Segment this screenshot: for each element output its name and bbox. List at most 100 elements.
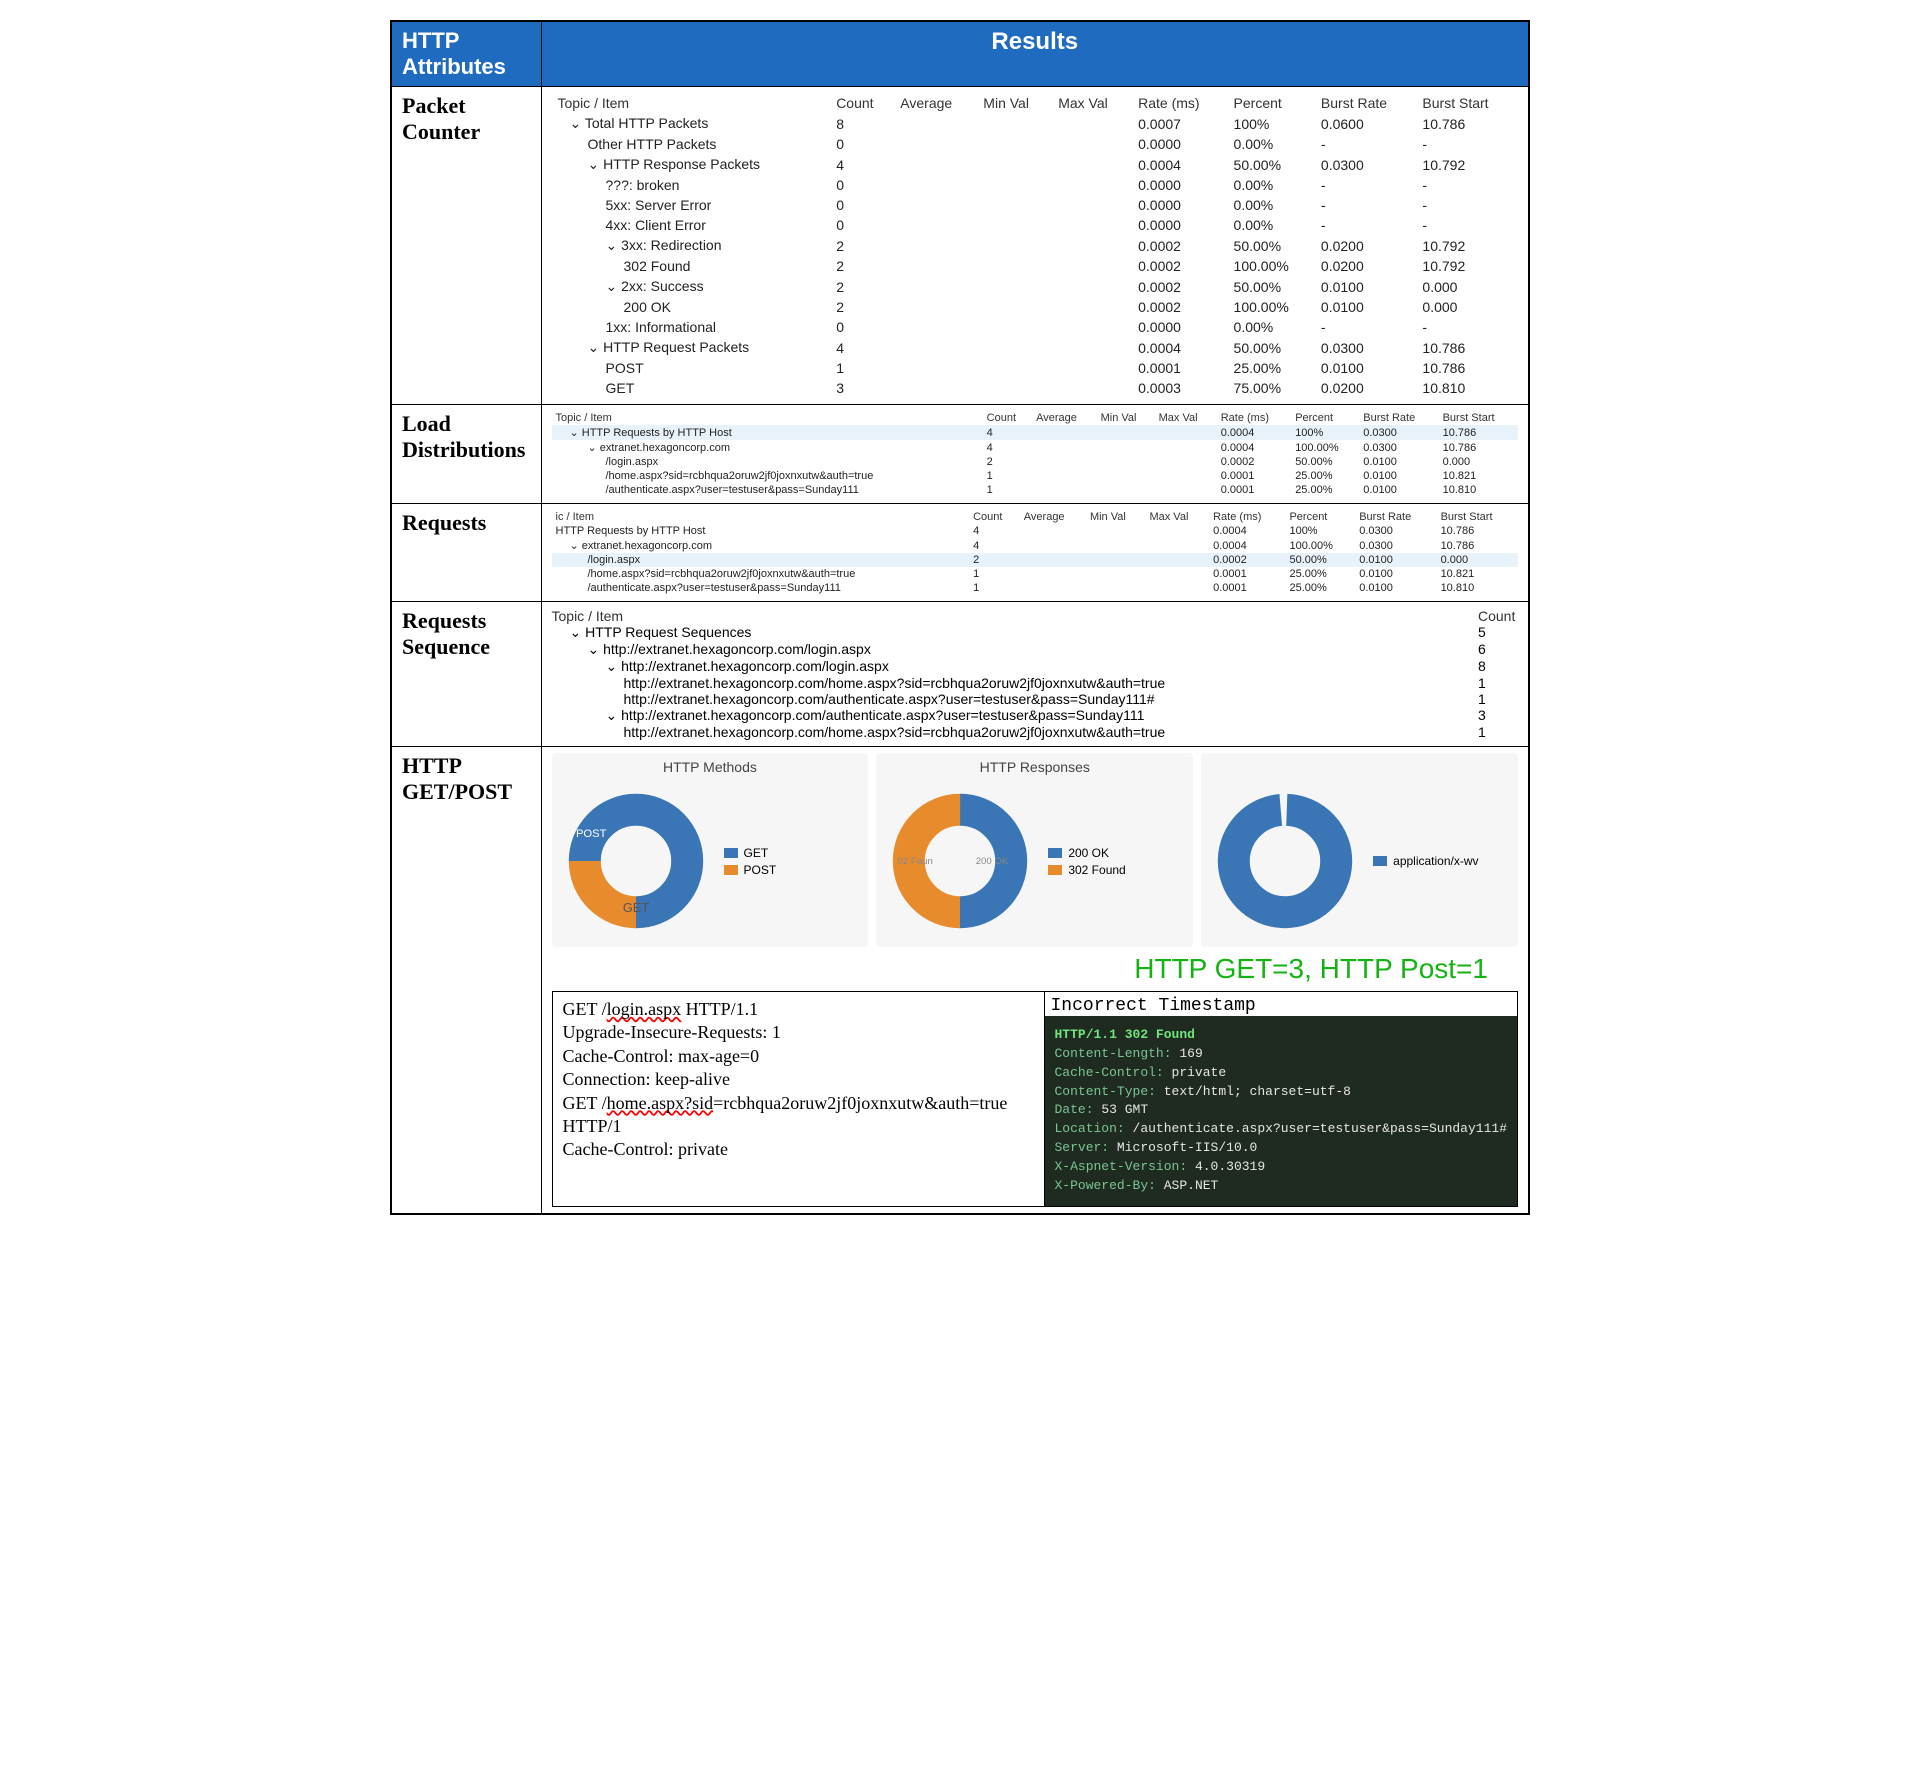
stat-cell: 0 <box>830 215 894 235</box>
col-header: Average <box>1032 411 1097 425</box>
stat-topic[interactable]: /home.aspx?sid=rcbhqua2oruw2jf0joxnxutw&… <box>552 469 983 483</box>
stat-topic[interactable]: ⌄ HTTP Response Packets <box>552 154 831 175</box>
stat-topic[interactable]: 5xx: Server Error <box>552 195 831 215</box>
seq-count: 1 <box>1478 691 1518 707</box>
stat-cell: - <box>1315 317 1417 337</box>
stat-topic[interactable]: 1xx: Informational <box>552 317 831 337</box>
col-header: Topic / Item <box>552 93 831 113</box>
stat-cell: 3 <box>830 378 894 398</box>
stat-cell: 1 <box>969 581 1020 595</box>
stat-cell: 0.0001 <box>1132 358 1227 378</box>
stat-cell: 0.00% <box>1228 175 1315 195</box>
donut-methods: HTTP Methods GET POST GET POST <box>552 753 869 947</box>
stat-cell: 50.00% <box>1228 235 1315 256</box>
stat-topic[interactable]: ⌄ 3xx: Redirection <box>552 235 831 256</box>
stat-cell: 0.0100 <box>1355 581 1436 595</box>
seq-item[interactable]: http://extranet.hexagoncorp.com/home.asp… <box>552 724 1479 740</box>
stat-topic[interactable]: ⌄ extranet.hexagoncorp.com <box>552 440 983 455</box>
stat-topic[interactable]: POST <box>552 358 831 378</box>
stat-topic[interactable]: /login.aspx <box>552 455 983 469</box>
stat-cell: 0.0000 <box>1132 175 1227 195</box>
stat-cell: 0.0001 <box>1217 469 1291 483</box>
stat-cell <box>1086 553 1146 567</box>
stat-topic[interactable]: GET <box>552 378 831 398</box>
stat-cell <box>894 337 977 358</box>
stat-cell: - <box>1416 317 1518 337</box>
stat-topic[interactable]: 200 OK <box>552 297 831 317</box>
stat-topic[interactable]: HTTP Requests by HTTP Host <box>552 524 970 538</box>
stat-cell <box>1052 134 1132 154</box>
stat-cell: 0.0002 <box>1217 455 1291 469</box>
stat-cell <box>977 358 1052 378</box>
stat-cell: 4 <box>969 538 1020 553</box>
col-header: Burst Start <box>1416 93 1518 113</box>
stat-cell: 0.0002 <box>1132 276 1227 297</box>
col-header: Rate (ms) <box>1132 93 1227 113</box>
stat-cell <box>1052 256 1132 276</box>
stat-topic[interactable]: /authenticate.aspx?user=testuser&pass=Su… <box>552 581 970 595</box>
seq-item[interactable]: ⌄ HTTP Request Sequences <box>552 624 1479 641</box>
green-summary: HTTP GET=3, HTTP Post=1 <box>552 953 1489 985</box>
seq-item[interactable]: ⌄ http://extranet.hexagoncorp.com/login.… <box>552 641 1479 658</box>
stat-topic[interactable]: /login.aspx <box>552 553 970 567</box>
stat-cell: 0.0004 <box>1209 538 1285 553</box>
stat-cell: 50.00% <box>1291 455 1359 469</box>
stat-cell <box>1052 317 1132 337</box>
stat-cell <box>977 297 1052 317</box>
stat-cell: 4 <box>830 154 894 175</box>
stat-topic[interactable]: ⌄ extranet.hexagoncorp.com <box>552 538 970 553</box>
stat-cell: 1 <box>983 469 1032 483</box>
stat-cell: 10.821 <box>1437 567 1518 581</box>
stat-topic[interactable]: Other HTTP Packets <box>552 134 831 154</box>
stat-cell: 0.0004 <box>1132 154 1227 175</box>
stat-cell <box>1155 469 1217 483</box>
stat-topic[interactable]: 4xx: Client Error <box>552 215 831 235</box>
stat-cell <box>1032 483 1097 497</box>
seq-item[interactable]: ⌄ http://extranet.hexagoncorp.com/authen… <box>552 707 1479 724</box>
seq-item[interactable]: http://extranet.hexagoncorp.com/authenti… <box>552 691 1479 707</box>
stat-cell: 50.00% <box>1285 553 1355 567</box>
stat-cell <box>894 358 977 378</box>
attributes-table: HTTP Attributes Results Packet Counter T… <box>390 20 1530 1215</box>
stat-cell: 100.00% <box>1291 440 1359 455</box>
stat-cell: 0.0003 <box>1132 378 1227 398</box>
stat-topic[interactable]: ⌄ HTTP Request Packets <box>552 337 831 358</box>
stat-cell <box>977 256 1052 276</box>
stat-cell: 0.0000 <box>1132 317 1227 337</box>
stat-cell: 25.00% <box>1285 567 1355 581</box>
stat-topic[interactable]: ⌄ 2xx: Success <box>552 276 831 297</box>
stat-cell: 0.0100 <box>1315 358 1417 378</box>
stat-topic[interactable]: /home.aspx?sid=rcbhqua2oruw2jf0joxnxutw&… <box>552 567 970 581</box>
stat-cell: 0.0001 <box>1209 581 1285 595</box>
stat-topic[interactable]: ???: broken <box>552 175 831 195</box>
seq-count: 1 <box>1478 724 1518 740</box>
stat-cell: 10.786 <box>1437 538 1518 553</box>
stat-topic[interactable]: ⌄ Total HTTP Packets <box>552 113 831 134</box>
stat-cell <box>1052 154 1132 175</box>
seq-item[interactable]: http://extranet.hexagoncorp.com/home.asp… <box>552 675 1479 691</box>
donut-responses: HTTP Responses 200 OK 02 Foun 200 OK 302… <box>876 753 1193 947</box>
stat-cell: - <box>1315 215 1417 235</box>
stat-cell <box>1086 524 1146 538</box>
stat-topic[interactable]: 302 Found <box>552 256 831 276</box>
svg-text:200 OK: 200 OK <box>976 856 1009 867</box>
stat-cell <box>1155 483 1217 497</box>
stat-cell: 2 <box>983 455 1032 469</box>
col-header: Percent <box>1291 411 1359 425</box>
stat-topic[interactable]: ⌄ HTTP Requests by HTTP Host <box>552 425 983 440</box>
stat-cell: 75.00% <box>1228 378 1315 398</box>
stat-cell: - <box>1416 175 1518 195</box>
col-header-attributes: HTTP Attributes <box>391 21 541 87</box>
stat-cell: 0.0100 <box>1359 483 1438 497</box>
seq-item[interactable]: ⌄ http://extranet.hexagoncorp.com/login.… <box>552 658 1479 675</box>
stat-cell: 10.786 <box>1416 337 1518 358</box>
stat-cell: 25.00% <box>1228 358 1315 378</box>
http-response-terminal: HTTP/1.1 302 Found Content-Length: 169 C… <box>1045 1016 1518 1206</box>
stat-cell: 2 <box>830 235 894 256</box>
svg-text:GET: GET <box>622 900 648 915</box>
stat-cell <box>977 276 1052 297</box>
stat-cell: 0.0002 <box>1132 256 1227 276</box>
stat-topic[interactable]: /authenticate.aspx?user=testuser&pass=Su… <box>552 483 983 497</box>
stat-cell: 2 <box>830 256 894 276</box>
stat-cell <box>1155 440 1217 455</box>
